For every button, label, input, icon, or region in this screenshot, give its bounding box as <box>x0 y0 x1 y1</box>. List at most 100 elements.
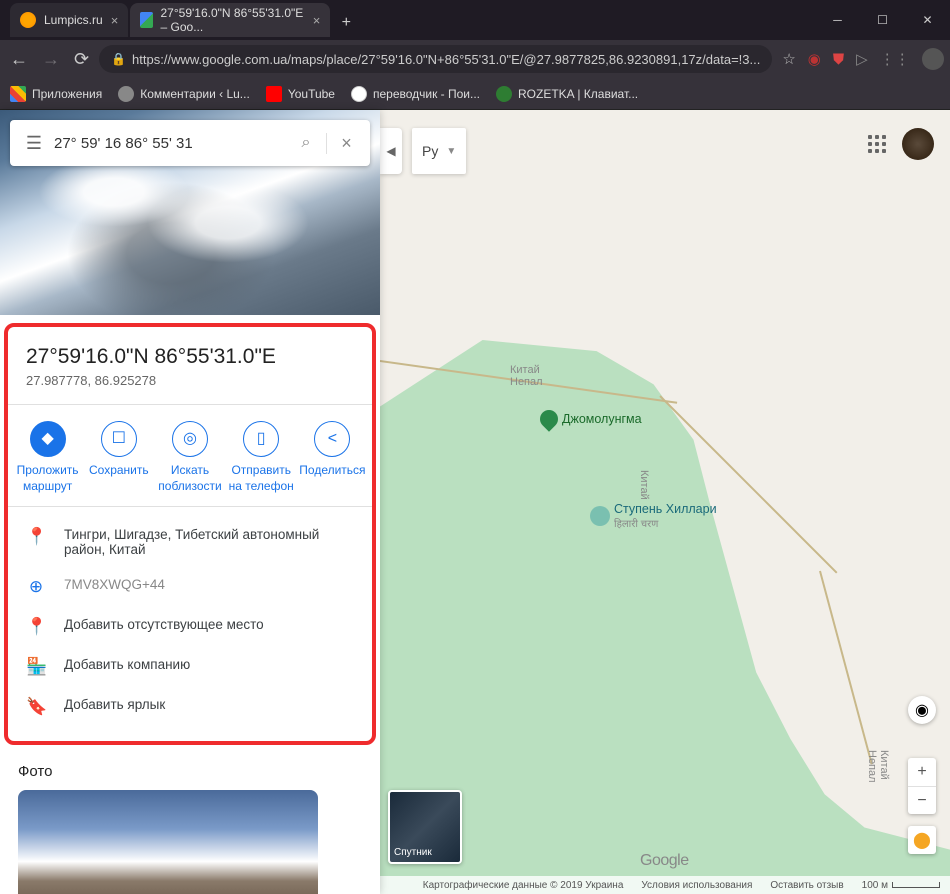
action-label: Проложить маршрут <box>12 463 83 494</box>
highlighted-region: 27°59'16.0"N 86°55'31.0"E 27.987778, 86.… <box>4 323 376 745</box>
poi-label-group: Ступень Хиллари हिलारी चरण <box>614 502 717 530</box>
maximize-button[interactable]: ☐ <box>860 5 905 35</box>
tab-label: 27°59'16.0"N 86°55'31.0"E – Goo... <box>161 6 305 34</box>
ext-icon[interactable]: ⋮⋮ <box>880 50 910 68</box>
clear-icon[interactable]: × <box>326 133 366 154</box>
ext-icon[interactable]: ⛊ <box>833 51 844 68</box>
content-area: ☰ ⌕ × 27°59'16.0"N 86°55'31.0"E 27.98777… <box>0 110 950 894</box>
add-place-row[interactable]: 📍 Добавить отсутствующее место <box>8 607 372 647</box>
profile-avatar[interactable] <box>922 48 944 70</box>
search-icon[interactable]: ⌕ <box>286 134 326 152</box>
country-label: Непал <box>510 376 543 388</box>
bookmark-item[interactable]: YouTube <box>266 86 335 102</box>
close-button[interactable]: ✕ <box>905 5 950 35</box>
forward-button[interactable]: → <box>42 49 60 70</box>
side-panel: ☰ ⌕ × 27°59'16.0"N 86°55'31.0"E 27.98777… <box>0 110 380 894</box>
bookmark-item[interactable]: ROZETKA | Клавиат... <box>496 86 638 102</box>
poi-pin-icon <box>536 406 561 431</box>
attribution-text[interactable]: Картографические данные © 2019 Украина <box>423 880 624 891</box>
add-business-row[interactable]: 🏪 Добавить компанию <box>8 647 372 687</box>
url-text: https://www.google.com.ua/maps/place/27°… <box>132 52 760 67</box>
bookmark-icon <box>118 86 134 102</box>
extension-icons: ☆ ◉ ⛊ ▷ ⋮⋮ ⋮ <box>782 48 950 70</box>
favicon-lumpics <box>20 12 36 28</box>
menu-icon[interactable]: ☰ <box>14 133 54 154</box>
action-label: Искать поблизости <box>154 463 225 494</box>
ext-icon[interactable]: ◉ <box>808 50 821 68</box>
account-avatar[interactable] <box>902 128 934 160</box>
poi-sublabel: हिलारी चरण <box>614 516 717 530</box>
star-icon[interactable]: ☆ <box>782 50 795 68</box>
browser-tab-2[interactable]: 27°59'16.0"N 86°55'31.0"E – Goo... × <box>130 3 330 37</box>
pluscode-row[interactable]: ⊕ 7MV8XWQG+44 <box>8 567 372 607</box>
map-poi[interactable]: Ступень Хиллари हिलारी चरण <box>590 502 717 530</box>
reload-button[interactable]: ⟳ <box>74 49 89 70</box>
pluscode-text: 7MV8XWQG+44 <box>64 577 165 592</box>
bookmarks-bar: Приложения Комментарии ‹ Lu... YouTube п… <box>0 78 950 110</box>
action-label: Отправить на телефон <box>226 463 297 494</box>
bookmark-item[interactable]: Комментарии ‹ Lu... <box>118 86 250 102</box>
zoom-controls: + − <box>908 758 936 814</box>
back-button[interactable]: ← <box>10 49 28 70</box>
compass-button[interactable]: ◉ <box>908 696 936 724</box>
map-canvas[interactable]: ◀ Ру ▼ Китай Непал Китай Китай Непал Джо… <box>380 110 950 894</box>
close-icon[interactable]: × <box>111 13 119 28</box>
search-box: ☰ ⌕ × <box>10 120 370 166</box>
poi-pin-icon <box>590 506 610 526</box>
search-input[interactable] <box>54 135 286 152</box>
ext-icon[interactable]: ▷ <box>856 50 868 68</box>
bookmark-item[interactable]: переводчик - Пои... <box>351 86 480 102</box>
map-poi[interactable]: Джомолунгма <box>540 410 642 428</box>
add-place-icon: 📍 <box>26 617 46 637</box>
apps-shortcut[interactable]: Приложения <box>10 86 102 102</box>
satellite-toggle[interactable]: Спутник <box>388 790 462 864</box>
pin-icon: 📍 <box>26 527 46 547</box>
new-tab-button[interactable]: + <box>332 9 360 37</box>
tab-label: Lumpics.ru <box>44 13 103 27</box>
map-terrain <box>380 340 950 894</box>
address-row[interactable]: 📍 Тингри, Шигадзе, Тибетский автономный … <box>8 517 372 567</box>
url-input[interactable]: 🔒 https://www.google.com.ua/maps/place/2… <box>99 45 772 73</box>
add-label-row[interactable]: 🔖 Добавить ярлык <box>8 687 372 727</box>
share-button[interactable]: < Поделиться <box>297 421 368 494</box>
bookmark-label: ROZETKA | Клавиат... <box>518 87 638 101</box>
action-label: Поделиться <box>299 463 365 479</box>
action-label: Сохранить <box>89 463 149 479</box>
zoom-out-button[interactable]: − <box>908 786 936 814</box>
terms-link[interactable]: Условия использования <box>641 880 752 891</box>
zoom-in-button[interactable]: + <box>908 758 936 786</box>
language-label: Ру <box>422 143 438 159</box>
place-coordinates: 27.987778, 86.925278 <box>26 373 354 388</box>
feedback-link[interactable]: Оставить отзыв <box>770 880 843 891</box>
minimize-button[interactable]: ─ <box>815 5 860 35</box>
chevron-down-icon: ▼ <box>446 146 456 157</box>
language-selector[interactable]: Ру ▼ <box>412 128 466 174</box>
rozetka-icon <box>496 86 512 102</box>
map-footer: Картографические данные © 2019 Украина У… <box>380 876 950 894</box>
bookmark-icon: ☐ <box>101 421 137 457</box>
directions-icon: ◆ <box>30 421 66 457</box>
bookmark-label: Комментарии ‹ Lu... <box>140 87 250 101</box>
save-button[interactable]: ☐ Сохранить <box>83 421 154 494</box>
directions-button[interactable]: ◆ Проложить маршрут <box>12 421 83 494</box>
photo-card[interactable]: Фото <box>18 790 318 894</box>
close-icon[interactable]: × <box>313 13 321 28</box>
bookmark-label: YouTube <box>288 87 335 101</box>
browser-tabs: Lumpics.ru × 27°59'16.0"N 86°55'31.0"E –… <box>10 3 815 37</box>
browser-tab-1[interactable]: Lumpics.ru × <box>10 3 128 37</box>
nearby-button[interactable]: ◎ Искать поблизости <box>154 421 225 494</box>
divider <box>8 506 372 507</box>
bookmark-label: Приложения <box>32 87 102 101</box>
google-apps-icon[interactable] <box>868 135 886 153</box>
panel-header: 27°59'16.0"N 86°55'31.0"E 27.987778, 86.… <box>8 335 372 400</box>
youtube-icon <box>266 86 282 102</box>
bookmark-label: переводчик - Пои... <box>373 87 480 101</box>
send-to-phone-button[interactable]: ▯ Отправить на телефон <box>226 421 297 494</box>
streetview-pegman[interactable]: ⬤ <box>908 826 936 854</box>
collapse-panel-button[interactable]: ◀ <box>380 128 402 174</box>
phone-icon: ▯ <box>243 421 279 457</box>
scale-bar <box>892 882 940 888</box>
country-label: Непал <box>866 750 878 783</box>
pluscode-icon: ⊕ <box>26 577 46 597</box>
photos-heading: Фото <box>18 763 362 780</box>
